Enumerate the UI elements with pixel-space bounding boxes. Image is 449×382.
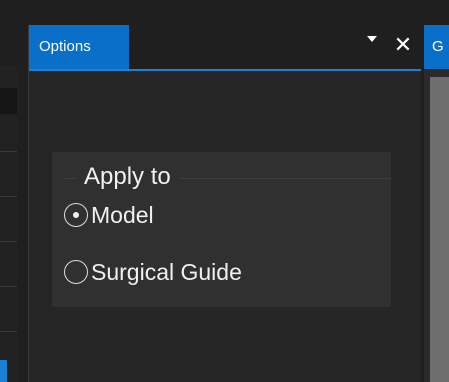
left-panel-row-divider <box>0 286 17 287</box>
tab-right-panel[interactable]: G <box>424 25 449 69</box>
left-panel-row-divider <box>0 196 17 197</box>
options-panel: Options ✕ Apply to Model Surgical Guide <box>28 25 421 382</box>
app-window: Options ✕ Apply to Model Surgical Guide … <box>0 0 449 382</box>
left-panel-row-divider <box>0 241 17 242</box>
apply-to-title: Apply to <box>76 162 179 192</box>
right-panel-fragment: G <box>424 25 449 382</box>
left-panel-selection-edge <box>0 360 7 382</box>
radio-model[interactable]: Model <box>64 199 154 231</box>
right-panel-scrollbar[interactable] <box>430 77 449 382</box>
radio-button-icon[interactable] <box>64 260 88 284</box>
options-panel-body: Apply to Model Surgical Guide <box>29 71 421 382</box>
tab-options[interactable]: Options <box>29 25 129 69</box>
options-tab-bar: Options ✕ <box>29 25 421 71</box>
close-icon[interactable]: ✕ <box>393 33 413 57</box>
radio-surgical-guide-label[interactable]: Surgical Guide <box>91 259 242 286</box>
left-panel-row-divider <box>0 331 17 332</box>
radio-button-icon[interactable] <box>64 203 88 227</box>
radio-selected-dot <box>73 212 79 218</box>
apply-to-groupbox: Apply to Model Surgical Guide <box>52 152 391 307</box>
radio-model-label[interactable]: Model <box>91 202 154 229</box>
radio-surgical-guide[interactable]: Surgical Guide <box>64 256 242 288</box>
left-panel-row-divider <box>0 151 17 152</box>
left-panel-fragment <box>0 66 17 382</box>
triangle-down-icon[interactable] <box>365 33 379 47</box>
left-panel-header <box>0 88 17 114</box>
